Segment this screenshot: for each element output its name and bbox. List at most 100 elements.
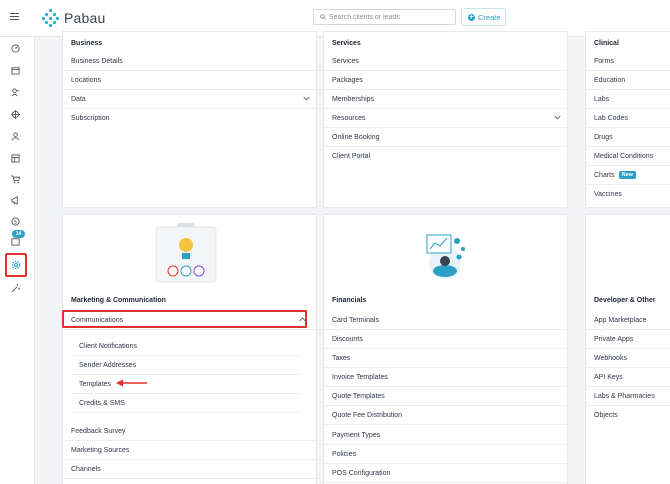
- channels-link[interactable]: Channels: [63, 460, 316, 479]
- search-icon: [320, 14, 326, 20]
- taxes-link[interactable]: Taxes: [324, 349, 567, 368]
- chevron-down-icon: [303, 96, 310, 101]
- locations-link[interactable]: Locations: [63, 71, 316, 90]
- row-label: Resources: [332, 114, 366, 122]
- client-icon[interactable]: [9, 130, 22, 143]
- create-button[interactable]: + Create: [461, 8, 506, 26]
- dashboard-icon[interactable]: [9, 42, 22, 55]
- magic-wand-icon[interactable]: [9, 282, 22, 295]
- policies-link[interactable]: Policies: [324, 445, 567, 464]
- data-link[interactable]: Data: [63, 90, 316, 109]
- row-label: Labs: [594, 95, 610, 103]
- marketing-card: Marketing & Communication Communications…: [62, 214, 317, 484]
- cart-icon[interactable]: [9, 173, 22, 186]
- marketing-sources-link[interactable]: Marketing Sources: [63, 441, 316, 460]
- credits-sms-link[interactable]: Credits & SMS: [71, 394, 301, 413]
- row-label: Taxes: [332, 354, 351, 362]
- reports-icon[interactable]: [9, 152, 22, 165]
- services-title: Services: [332, 40, 361, 47]
- templates-link[interactable]: Templates: [71, 375, 301, 394]
- services-link[interactable]: Services: [324, 52, 567, 71]
- objects-link[interactable]: Objects: [586, 406, 670, 425]
- row-label: Webhooks: [594, 354, 627, 362]
- quote-templates-link[interactable]: Quote Templates: [324, 387, 567, 406]
- row-label: Charts: [594, 171, 615, 179]
- app-name: Pabau: [64, 10, 106, 26]
- app-marketplace-link[interactable]: App Marketplace: [586, 311, 670, 330]
- education-link[interactable]: Education: [586, 71, 670, 90]
- search-input[interactable]: [329, 10, 454, 24]
- row-label: Discounts: [332, 335, 363, 343]
- row-label: Memberships: [332, 95, 375, 103]
- lab-codes-link[interactable]: Lab Codes: [586, 109, 670, 128]
- row-label: Objects: [594, 412, 618, 419]
- pos-configuration-link[interactable]: POS Configuration: [324, 464, 567, 483]
- row-label: Client Portal: [332, 153, 371, 160]
- feedback-survey-link[interactable]: Feedback Survey: [63, 422, 316, 441]
- row-label: Feedback Survey: [71, 427, 126, 435]
- charts-link[interactable]: Charts New: [586, 166, 670, 185]
- discounts-link[interactable]: Discounts: [324, 330, 567, 349]
- drugs-link[interactable]: Drugs: [586, 128, 670, 147]
- row-label: Education: [594, 76, 626, 84]
- financials-title: Financials: [332, 297, 367, 304]
- financials-card: Financials Card Terminals Discounts Taxe…: [323, 214, 568, 484]
- packages-link[interactable]: Packages: [324, 71, 567, 90]
- marketing-title: Marketing & Communication: [71, 297, 166, 304]
- invoice-templates-link[interactable]: Invoice Templates: [324, 368, 567, 387]
- services-card: Services Services Packages Memberships R…: [323, 31, 568, 208]
- menu-icon[interactable]: [10, 13, 19, 22]
- row-label: Medical Conditions: [594, 152, 654, 160]
- quote-fee-distribution-link[interactable]: Quote Fee Distribution: [324, 406, 567, 425]
- dollar-icon[interactable]: $: [9, 215, 22, 228]
- row-label: Data: [71, 95, 86, 103]
- subscription-link[interactable]: Subscription: [63, 109, 316, 128]
- target-icon[interactable]: [9, 108, 22, 121]
- webhooks-link[interactable]: Webhooks: [586, 349, 670, 368]
- leads-icon[interactable]: [9, 86, 22, 99]
- memberships-link[interactable]: Memberships: [324, 90, 567, 109]
- logo[interactable]: Pabau: [42, 9, 105, 27]
- forms-link[interactable]: Forms: [586, 52, 670, 71]
- medical-conditions-link[interactable]: Medical Conditions: [586, 147, 670, 166]
- megaphone-icon[interactable]: [9, 194, 22, 207]
- labs-link[interactable]: Labs: [586, 90, 670, 109]
- online-booking-link[interactable]: Online Booking: [324, 128, 567, 147]
- row-label: API Keys: [594, 373, 623, 381]
- row-label: Policies: [332, 450, 357, 458]
- card-terminals-link[interactable]: Card Terminals: [324, 311, 567, 330]
- row-label: Vaccines: [594, 191, 622, 198]
- row-label: Forms: [594, 57, 614, 65]
- calendar-icon[interactable]: [9, 64, 22, 77]
- row-label: Business Details: [71, 57, 123, 65]
- business-card: Business Business Details Locations Data…: [62, 31, 317, 208]
- clinical-title: Clinical: [594, 40, 619, 47]
- client-notifications-link[interactable]: Client Notifications: [71, 337, 301, 356]
- search-box[interactable]: [313, 9, 456, 25]
- financials-illustration: [426, 234, 465, 279]
- row-label: POS Configuration: [332, 469, 391, 477]
- row-label: Templates: [79, 380, 111, 388]
- resources-link[interactable]: Resources: [324, 109, 567, 128]
- communications-highlight: [62, 310, 307, 328]
- business-details-link[interactable]: Business Details: [63, 52, 316, 71]
- pabau-logo-icon: [42, 9, 60, 27]
- plus-icon: +: [468, 13, 475, 21]
- row-label: Subscription: [71, 115, 110, 122]
- vaccines-link[interactable]: Vaccines: [586, 185, 670, 204]
- api-keys-link[interactable]: API Keys: [586, 368, 670, 387]
- chevron-down-icon: [554, 115, 561, 120]
- row-label: Labs & Pharmacies: [594, 392, 655, 400]
- row-label: Private Apps: [594, 335, 634, 343]
- svg-text:$: $: [14, 220, 17, 226]
- private-apps-link[interactable]: Private Apps: [586, 330, 670, 349]
- row-label: Marketing Sources: [71, 446, 130, 454]
- developer-card: Developer & Other App Marketplace Privat…: [585, 214, 670, 484]
- labs-pharmacies-link[interactable]: Labs & Pharmacies: [586, 387, 670, 406]
- inbox-icon[interactable]: [9, 235, 22, 248]
- client-portal-link[interactable]: Client Portal: [324, 147, 567, 166]
- row-label: Invoice Templates: [332, 373, 388, 381]
- sender-addresses-link[interactable]: Sender Addresses: [71, 356, 301, 375]
- settings-icon[interactable]: [9, 258, 22, 271]
- payment-types-link[interactable]: Payment Types: [324, 426, 567, 445]
